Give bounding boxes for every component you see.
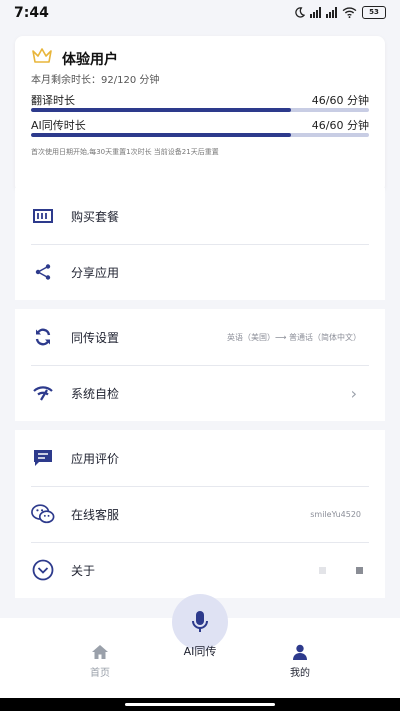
self-check-item[interactable]: 系统自检 › — [15, 365, 385, 421]
support-label: 在线客服 — [71, 507, 120, 522]
system-home-bar — [0, 698, 400, 711]
signal-icon — [310, 7, 321, 18]
translate-quota-fill — [31, 108, 292, 112]
ai-interp-quota-value: 46/60 分钟 — [311, 119, 369, 132]
translate-quota: 翻译时长 46/60 分钟 — [31, 92, 369, 116]
menu-group-support: 应用评价 在线客服 smileYu4520 关于 — [15, 430, 385, 598]
buy-plan-item[interactable]: 购买套餐 — [15, 188, 385, 244]
status-icons: 53 — [294, 6, 386, 19]
language-pair: 英语（美国）⟶ 普通话（简体中文） — [226, 332, 361, 342]
battery-icon: 53 — [362, 6, 386, 19]
ai-interp-button[interactable] — [172, 594, 228, 650]
moon-icon — [295, 7, 305, 18]
ai-interp-quota-bar — [31, 133, 369, 137]
microphone-icon — [192, 611, 208, 632]
plan-icon — [31, 204, 55, 228]
interp-settings-item[interactable]: 同传设置 英语（美国）⟶ 普通话（简体中文） — [15, 309, 385, 365]
status-time: 7:44 — [14, 5, 49, 21]
tab-mine-label: 我的 — [290, 668, 310, 679]
self-check-label: 系统自检 — [71, 386, 120, 401]
membership-title: 体验用户 — [62, 52, 118, 68]
indicator-light — [319, 566, 326, 574]
indicator-dark — [356, 566, 363, 574]
remaining-time: 本月剩余时长：92/120 分钟 — [31, 75, 160, 86]
about-label: 关于 — [71, 563, 96, 578]
ai-interp-quota-fill — [31, 133, 292, 137]
chevron-right-icon: › — [350, 383, 357, 403]
translate-quota-bar — [31, 108, 369, 112]
home-indicator[interactable] — [125, 703, 275, 706]
share-app-item[interactable]: 分享应用 — [15, 244, 385, 300]
menu-group-settings: 同传设置 英语（美国）⟶ 普通话（简体中文） 系统自检 › — [15, 309, 385, 421]
user-icon — [293, 644, 307, 660]
rate-app-label: 应用评价 — [71, 451, 120, 466]
share-app-label: 分享应用 — [71, 265, 120, 280]
menu-group-purchase: 购买套餐 分享应用 — [15, 188, 385, 300]
ai-interp-quota: AI同传时长 46/60 分钟 — [31, 117, 369, 141]
signal-icon-2 — [326, 7, 337, 18]
interp-settings-label: 同传设置 — [71, 330, 120, 345]
status-bar: 7:44 53 — [0, 0, 400, 26]
wifi-icon — [342, 7, 357, 18]
buy-plan-label: 购买套餐 — [71, 209, 120, 224]
crown-icon — [32, 48, 52, 63]
translate-quota-label: 翻译时长 — [31, 94, 75, 107]
chevron-down-circle-icon — [31, 558, 55, 582]
tab-home[interactable]: 首页 — [70, 644, 130, 679]
home-icon — [92, 645, 108, 659]
about-indicators — [319, 566, 363, 574]
sync-icon — [31, 325, 55, 349]
about-item[interactable]: 关于 — [15, 542, 385, 598]
ai-interp-label: AI同传 — [183, 645, 217, 658]
share-icon — [31, 260, 55, 284]
rate-app-item[interactable]: 应用评价 — [15, 430, 385, 486]
signal-check-icon — [31, 381, 55, 405]
support-item[interactable]: 在线客服 smileYu4520 — [15, 486, 385, 542]
reset-note: 首次使用日期开始,每30天重置1次时长 当前设备21天后重置 — [31, 148, 219, 156]
membership-card: 体验用户 本月剩余时长：92/120 分钟 翻译时长 46/60 分钟 AI同传… — [15, 36, 385, 193]
tab-mine[interactable]: 我的 — [270, 644, 330, 679]
tab-home-label: 首页 — [90, 668, 110, 679]
ai-interp-quota-label: AI同传时长 — [31, 119, 86, 132]
support-id: smileYu4520 — [310, 509, 361, 519]
wechat-icon — [31, 502, 55, 526]
translate-quota-value: 46/60 分钟 — [311, 94, 369, 107]
comment-icon — [31, 446, 55, 470]
